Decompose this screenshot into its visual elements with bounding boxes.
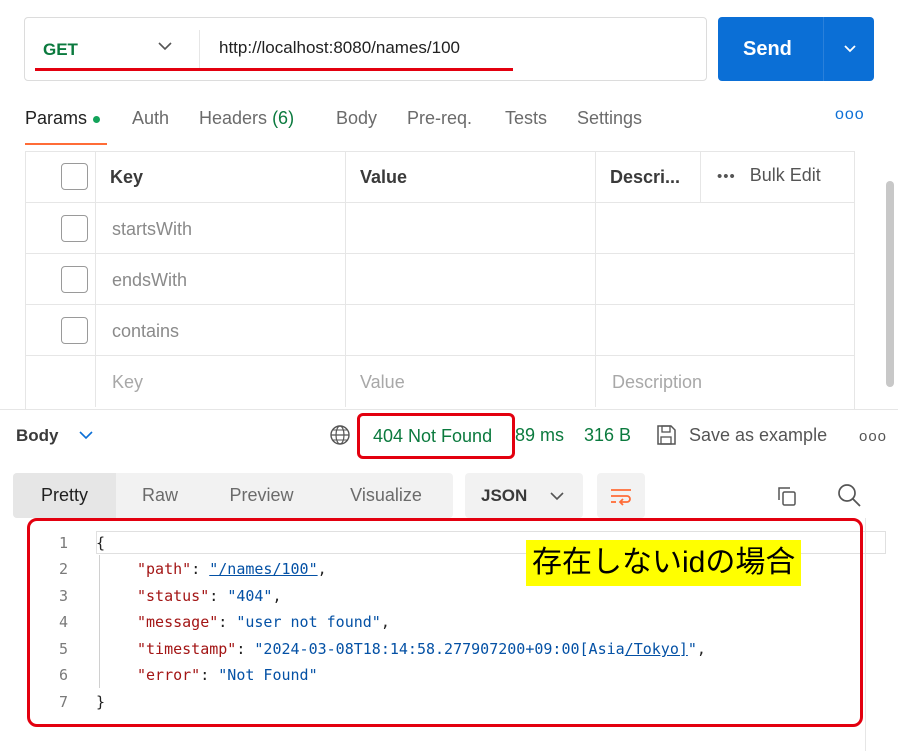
param-key: contains xyxy=(112,321,180,341)
select-all-checkbox[interactable] xyxy=(61,163,88,190)
url-divider xyxy=(199,30,200,70)
active-tab-underline xyxy=(25,143,107,145)
scrollbar[interactable] xyxy=(886,181,894,387)
table-row: contains xyxy=(25,304,855,356)
description-cell[interactable] xyxy=(595,305,855,356)
tab-headers[interactable]: Headers (6) xyxy=(199,108,294,129)
params-table: Key Value Descri... ••• Bulk Edit startsW… xyxy=(25,151,855,409)
key-column-header: Key xyxy=(95,151,345,202)
wrap-lines-button[interactable] xyxy=(597,473,645,518)
description-header-label: Descri... xyxy=(610,167,681,187)
value-cell[interactable] xyxy=(345,203,595,254)
response-view-tabs: Pretty Raw Preview Visualize xyxy=(13,473,453,518)
bulk-edit-cell: ••• Bulk Edit xyxy=(700,151,855,202)
pane-divider[interactable] xyxy=(0,409,898,410)
response-size[interactable]: 316 B xyxy=(584,425,631,446)
tab-settings[interactable]: Settings xyxy=(577,108,642,129)
table-header-row: Key Value Descri... ••• Bulk Edit xyxy=(25,151,855,202)
status-code[interactable]: 404 Not Found xyxy=(373,426,492,447)
tab-prereq[interactable]: Pre-req. xyxy=(407,108,472,129)
value-cell[interactable] xyxy=(345,254,595,305)
method-select[interactable]: GET xyxy=(43,40,78,60)
param-key: startsWith xyxy=(112,219,193,239)
tab-params-label: Params xyxy=(25,108,88,128)
new-description-input[interactable]: Description xyxy=(595,356,855,407)
new-key-input[interactable]: Key xyxy=(95,356,345,407)
chevron-down-icon xyxy=(550,492,564,501)
copy-icon[interactable] xyxy=(775,484,799,508)
more-options-icon[interactable]: ooo xyxy=(859,428,887,445)
response-body-label[interactable]: Body xyxy=(16,426,59,446)
row-checkbox[interactable] xyxy=(61,266,88,293)
send-divider xyxy=(823,17,824,81)
value-placeholder: Value xyxy=(360,372,405,392)
format-label: JSON xyxy=(481,486,528,505)
value-column-header: Value xyxy=(345,151,595,202)
tab-body[interactable]: Body xyxy=(336,108,377,129)
key-cell[interactable]: endsWith xyxy=(95,254,345,305)
key-cell[interactable]: contains xyxy=(95,305,345,356)
more-options-icon[interactable]: ooo xyxy=(835,106,865,124)
description-placeholder: Description xyxy=(612,372,703,392)
response-time[interactable]: 89 ms xyxy=(515,425,564,446)
description-cell[interactable] xyxy=(595,254,855,305)
new-value-input[interactable]: Value xyxy=(345,356,595,407)
request-tabs: Params Auth Headers (6) Body Pre-req. Te… xyxy=(25,106,865,146)
key-header-label: Key xyxy=(110,167,144,187)
chevron-down-icon[interactable] xyxy=(840,39,860,59)
bulk-edit-label: Bulk Edit xyxy=(749,165,821,185)
url-bar: GET http://localhost:8080/names/100 xyxy=(24,17,707,81)
chevron-down-icon[interactable] xyxy=(155,36,175,56)
table-row: startsWith xyxy=(25,202,855,254)
row-checkbox[interactable] xyxy=(61,317,88,344)
bulk-edit-button[interactable]: ••• Bulk Edit xyxy=(717,165,821,186)
key-placeholder: Key xyxy=(112,372,144,392)
value-header-label: Value xyxy=(360,167,408,187)
wrap-lines-icon xyxy=(611,489,631,506)
url-input[interactable]: http://localhost:8080/names/100 xyxy=(219,38,460,58)
tab-params[interactable]: Params xyxy=(25,108,101,129)
description-cell[interactable] xyxy=(595,203,855,254)
send-label: Send xyxy=(743,38,792,60)
send-button[interactable]: Send xyxy=(718,17,874,81)
value-cell[interactable] xyxy=(345,305,595,356)
red-underline-annotation xyxy=(35,68,513,71)
format-select[interactable]: JSON xyxy=(465,473,583,518)
tab-visualize[interactable]: Visualize xyxy=(319,473,453,518)
search-icon[interactable] xyxy=(836,482,862,508)
tab-headers-label: Headers xyxy=(199,108,268,128)
table-row: endsWith xyxy=(25,253,855,305)
active-dot-icon xyxy=(93,115,101,123)
tab-tests[interactable]: Tests xyxy=(505,108,547,129)
row-checkbox[interactable] xyxy=(61,215,88,242)
headers-count: (6) xyxy=(272,108,295,128)
key-cell[interactable]: startsWith xyxy=(95,203,345,254)
tab-raw[interactable]: Raw xyxy=(116,473,204,518)
status-highlight-box: 404 Not Found xyxy=(357,413,515,459)
tab-preview[interactable]: Preview xyxy=(204,473,319,518)
description-column-header: Descri... xyxy=(595,151,700,202)
tab-pretty[interactable]: Pretty xyxy=(13,473,116,518)
param-key: endsWith xyxy=(112,270,188,290)
save-as-example-button[interactable]: Save as example xyxy=(689,425,827,446)
globe-icon[interactable] xyxy=(329,424,351,446)
tab-auth[interactable]: Auth xyxy=(132,108,169,129)
new-param-row: Key Value Description xyxy=(25,355,855,407)
annotation-label: 存在しないidの場合 xyxy=(526,540,802,586)
save-icon[interactable] xyxy=(655,423,677,447)
chevron-down-icon[interactable] xyxy=(76,425,96,445)
bulk-options-icon: ••• xyxy=(717,168,736,185)
